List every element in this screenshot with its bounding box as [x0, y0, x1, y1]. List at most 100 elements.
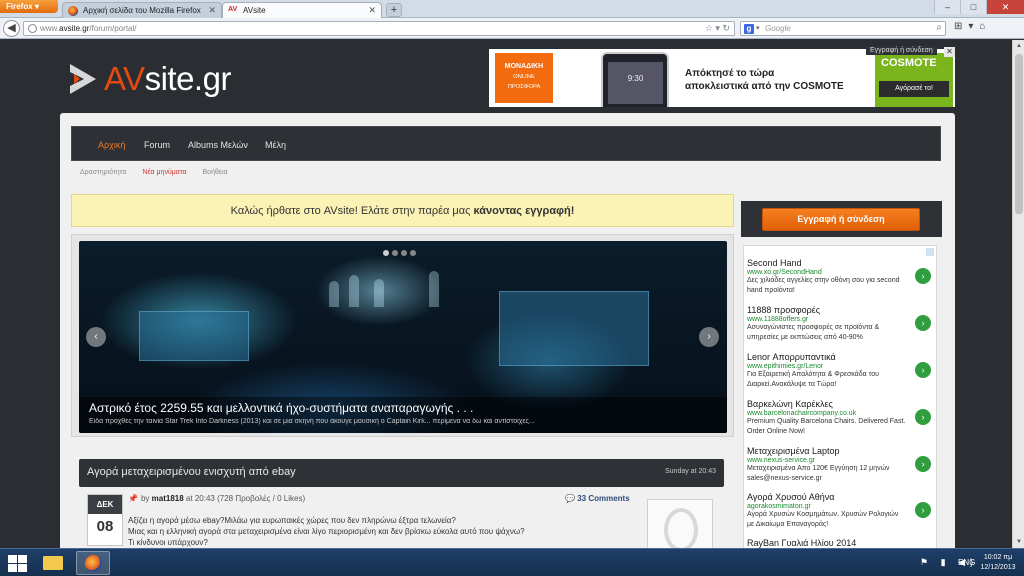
logo-text: AVsite.gr	[104, 60, 231, 97]
adchoices-icon[interactable]	[926, 248, 934, 256]
subnav-new-posts[interactable]: Νέα μηνύματα	[142, 169, 186, 176]
register-link[interactable]: κάνοντας εγγραφή!	[473, 205, 574, 217]
language-indicator[interactable]: ENG	[958, 558, 975, 567]
ad-arrow-icon[interactable]: ›	[915, 362, 931, 378]
slide-dot[interactable]	[392, 250, 398, 256]
main-navigation: Αρχική Forum Albums Μελών Μέλη	[71, 126, 941, 161]
avsite-favicon-icon: AV	[228, 6, 238, 13]
bookmark-star-icon[interactable]: ☆ ▾ ↻	[705, 23, 730, 34]
ad-arrow-icon[interactable]: ›	[915, 502, 931, 518]
nav-members[interactable]: Μέλη	[265, 140, 286, 150]
top-ad-banner[interactable]: ΜΟΝΑΔΙΚΗ ONLINE ΠΡΟΣΦΟΡΑ 9:30 Απόκτησέ τ…	[489, 49, 955, 107]
slide-dot[interactable]	[410, 250, 416, 256]
side-ad-item[interactable]: Βαρκελώνη Καρέκλες www.barcelonachaircomp…	[747, 399, 935, 437]
welcome-text: Καλώς ήρθατε στο AVsite! Ελάτε στην παρέ…	[230, 205, 474, 217]
url-bar[interactable]: www.avsite.gr/forum/portal/ ☆ ▾ ↻	[23, 21, 735, 36]
post-meta: 📌 by mat1818 at 20:43 (728 Προβολές / 0 L…	[128, 494, 306, 503]
post-time-link[interactable]: 20:43	[195, 494, 215, 503]
ad-arrow-icon[interactable]: ›	[915, 409, 931, 425]
ad-offer-badge: ΜΟΝΑΔΙΚΗ ONLINE ΠΡΟΣΦΟΡΑ	[495, 53, 553, 103]
comment-bubble-icon: 💬	[565, 494, 575, 503]
tab-firefox-home[interactable]: Αρχική σελίδα του Mozilla Firefox ✕	[62, 2, 222, 18]
tab-avsite[interactable]: AV AVsite ✕	[222, 2, 382, 18]
post-title[interactable]: Αγορά μεταχειρισμένου ενισχυτή από ebay	[87, 466, 296, 478]
ad-arrow-icon[interactable]: ›	[915, 268, 931, 284]
slide-dot[interactable]	[401, 250, 407, 256]
close-window-button[interactable]: ✕	[986, 0, 1024, 14]
register-panel: Εγγραφή ή σύνδεση	[741, 201, 942, 237]
tab-close-icon[interactable]: ✕	[368, 5, 376, 16]
scroll-thumb[interactable]	[1015, 54, 1023, 214]
sub-navigation: Δραστηριότητα Νέα μηνύματα Βοήθεια	[80, 169, 242, 176]
ad-arrow-icon[interactable]: ›	[915, 315, 931, 331]
side-ad-item[interactable]: 11888 προσφορές www.11888offers.gr Ασυναγώ…	[747, 305, 935, 343]
firefox-favicon-icon	[68, 6, 78, 16]
pin-icon: 📌	[128, 494, 138, 503]
search-bar[interactable]: g ▾ Google ⌕	[740, 21, 946, 36]
post-date-box: ΔΕΚ 08	[87, 494, 123, 546]
windows-taskbar: ⚑ ▮ ◀) ENG 10:02 πμ 12/12/2013	[0, 548, 1024, 576]
tube-shape	[349, 275, 359, 307]
phone-image: 9:30	[601, 52, 669, 107]
ad-buy-button[interactable]: Αγόρασέ το!	[879, 81, 949, 97]
side-ad-item[interactable]: Lenor Απορρυπαντικά www.epithimies.gr/Len…	[747, 352, 935, 390]
male-avatar-icon	[664, 508, 698, 548]
scroll-down-icon[interactable]: ▼	[1014, 537, 1024, 547]
slide-title[interactable]: Αστρικό έτος 2259.55 και μελλοντικά ήχο-…	[89, 401, 717, 415]
side-ad-item[interactable]: RayBan Γυαλιά Ηλίου 2014	[747, 538, 935, 548]
side-ad-item[interactable]: Αγορά Χρυσού Αθήνα agorakosmimaton.gr Αγορ…	[747, 492, 935, 530]
nav-member-albums[interactable]: Albums Μελών	[188, 140, 248, 150]
back-button[interactable]: ◀	[3, 20, 20, 37]
slide-prev-arrow-icon[interactable]: ‹	[86, 327, 106, 347]
comments-link[interactable]: 💬 33 Comments	[565, 494, 630, 503]
post-date: Sunday at 20:43	[665, 468, 716, 475]
tube-shape	[329, 281, 339, 307]
post-author-link[interactable]: mat1818	[152, 494, 184, 503]
slide-image[interactable]: ‹ › Αστρικό έτος 2259.55 και μελλοντικά …	[79, 241, 727, 433]
slide-indicators	[383, 250, 416, 256]
subnav-help[interactable]: Βοήθεια	[203, 169, 228, 176]
google-search-engine-icon[interactable]: g	[744, 24, 754, 34]
side-ad-item[interactable]: Second Hand www.xo.gr/SecondHand Δες χιλιά…	[747, 258, 935, 296]
file-explorer-icon[interactable]	[38, 551, 68, 575]
firefox-menu-label: Firefox	[6, 2, 33, 11]
slide-next-arrow-icon[interactable]: ›	[699, 327, 719, 347]
tab-title: Αρχική σελίδα του Mozilla Firefox	[83, 6, 201, 15]
toolbar-icons[interactable]: ⊞▾⌂	[954, 21, 991, 32]
search-icon[interactable]: ⌕	[936, 22, 942, 33]
register-login-button[interactable]: Εγγραφή ή σύνδεση	[762, 208, 920, 231]
page-scrollbar[interactable]: ▲ ▼	[1012, 40, 1024, 548]
new-tab-button[interactable]: +	[386, 3, 402, 17]
featured-slider: ‹ › Αστρικό έτος 2259.55 και μελλοντικά …	[71, 234, 734, 437]
nav-forum[interactable]: Forum	[144, 140, 170, 150]
clock[interactable]: 10:02 πμ 12/12/2013	[978, 553, 1018, 573]
url-text: www.avsite.gr/forum/portal/	[40, 24, 137, 33]
tab-close-icon[interactable]: ✕	[208, 5, 216, 16]
firefox-menu-button[interactable]: Firefox ▾	[0, 0, 58, 13]
ad-close-icon[interactable]: ✕	[944, 47, 955, 57]
amplifier-shape	[139, 311, 249, 361]
web-page: AVsite.gr ΜΟΝΑΔΙΚΗ ONLINE ΠΡΟΣΦΟΡΑ 9:30 …	[0, 40, 1012, 548]
date-month: ΔΕΚ	[88, 495, 122, 514]
side-ad-item[interactable]: Μεταχειρισμένα Laptop www.nexus-service.g…	[747, 446, 935, 484]
post-header: Αγορά μεταχειρισμένου ενισχυτή από ebay …	[79, 459, 724, 487]
ad-arrow-icon[interactable]: ›	[915, 456, 931, 472]
post-stats: (728 Προβολές / 0 Likes)	[217, 494, 306, 503]
avsite-logo-icon	[70, 64, 96, 94]
minimize-button[interactable]: –	[934, 0, 960, 14]
ad-headline: Απόκτησέ το τώρα αποκλειστικά από την CO…	[685, 68, 844, 92]
tab-bar: Firefox ▾ Αρχική σελίδα του Mozilla Fire…	[0, 0, 1024, 18]
cosmote-block: COSMOTE Αγόρασέ το!	[875, 53, 953, 107]
engine-dropdown-icon[interactable]: ▾	[756, 24, 760, 32]
maximize-button[interactable]: □	[960, 0, 986, 14]
scroll-up-icon[interactable]: ▲	[1014, 41, 1024, 51]
cosmote-logo: COSMOTE	[881, 57, 937, 69]
subnav-activity[interactable]: Δραστηριότητα	[80, 169, 126, 176]
ad-login-tab[interactable]: Εγγραφή ή σύνδεση	[866, 46, 937, 55]
tube-shape	[374, 279, 384, 307]
nav-home[interactable]: Αρχική	[98, 140, 125, 150]
author-avatar[interactable]	[647, 499, 713, 548]
start-button[interactable]	[6, 553, 28, 573]
firefox-taskbar-icon[interactable]	[76, 551, 110, 575]
slide-dot[interactable]	[383, 250, 389, 256]
